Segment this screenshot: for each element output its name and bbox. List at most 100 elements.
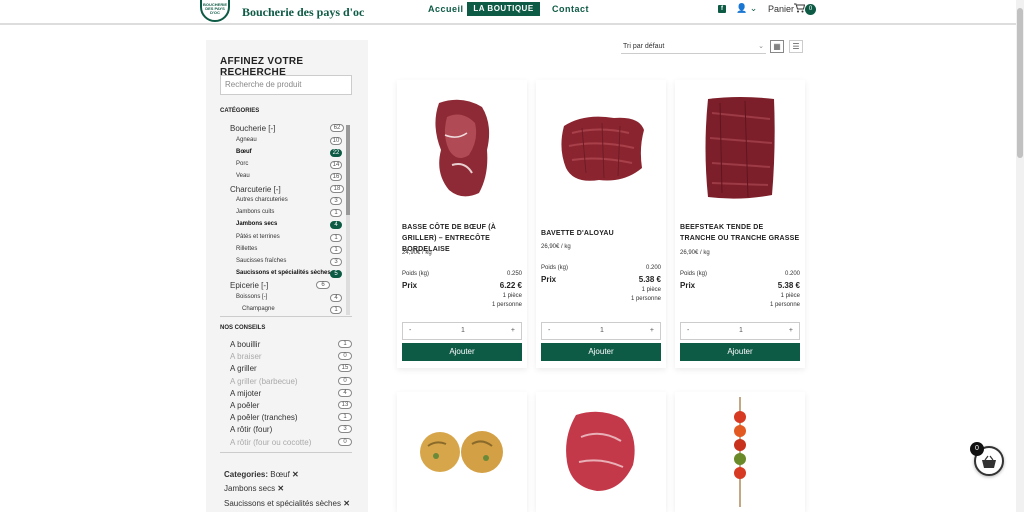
category-item[interactable]: Epicerie [-] 6 — [230, 281, 344, 291]
price-label: Prix — [402, 281, 418, 290]
categories-title: CATÉGORIES — [220, 108, 260, 114]
category-item[interactable]: Boucherie [-] 62 — [230, 124, 344, 134]
remove-filter-icon[interactable]: ✕ — [343, 499, 350, 508]
product-card[interactable] — [536, 392, 666, 512]
product-image[interactable] — [536, 392, 666, 512]
active-filter-2[interactable]: Jambons secs ✕ — [224, 484, 284, 493]
cart-label[interactable]: Panier — [768, 4, 794, 14]
conseil-item[interactable]: A griller 15 — [230, 364, 354, 374]
add-to-cart-button[interactable]: Ajouter — [402, 343, 522, 361]
active-filter-3[interactable]: Saucissons et spécialités sèches ✕ — [224, 499, 350, 508]
product-search-input[interactable]: Recherche de produit — [220, 75, 352, 95]
product-image[interactable] — [536, 80, 666, 215]
qty-plus-button[interactable]: + — [650, 327, 654, 334]
category-item[interactable]: Jambons cuits 1 — [236, 209, 342, 219]
remove-filter-icon[interactable]: ✕ — [292, 470, 299, 479]
list-view-button[interactable]: ☰ — [789, 40, 803, 53]
qty-value[interactable]: 1 — [600, 327, 604, 334]
brand-name[interactable]: Boucherie des pays d'oc — [242, 5, 364, 20]
category-item[interactable]: Agneau 10 — [236, 137, 342, 147]
product-card[interactable]: BEEFSTEAK TENDE DE TRANCHE OU TRANCHE GR… — [675, 80, 805, 368]
price-per-kg: 24,90€ / kg — [402, 250, 432, 256]
cart-count-badge: 0 — [805, 4, 816, 15]
conseil-item[interactable]: A poêler 13 — [230, 401, 354, 411]
qty-plus-button[interactable]: + — [789, 327, 793, 334]
product-card[interactable]: BASSE CÔTE DE BŒUF (À GRILLER) – ENTRECÔ… — [397, 80, 527, 368]
active-filter-1[interactable]: Categories: Bœuf ✕ — [224, 470, 299, 479]
product-title[interactable]: BAVETTE D'ALOYAU — [541, 228, 661, 239]
category-label: Agneau — [236, 137, 257, 143]
weight-value: 0.200 — [645, 265, 661, 271]
category-label: Saucissons et spécialités sèches — [236, 270, 331, 276]
qty-value[interactable]: 1 — [739, 327, 743, 334]
qty-minus-button[interactable]: - — [548, 327, 550, 334]
weight-label: Poids (kg) — [402, 271, 430, 277]
weight-label: Poids (kg) — [541, 265, 569, 271]
category-count: 10 — [330, 137, 342, 145]
conseil-item[interactable]: A poêler (tranches) 1 — [230, 413, 354, 423]
qty-plus-button[interactable]: + — [511, 327, 515, 334]
add-to-cart-button[interactable]: Ajouter — [680, 343, 800, 361]
category-item[interactable]: Saucisses fraîches 3 — [236, 258, 342, 268]
product-card[interactable]: BAVETTE D'ALOYAU 26,90€ / kg Poids (kg) … — [536, 80, 666, 368]
scrollbar-thumb[interactable] — [1017, 8, 1023, 158]
facebook-icon[interactable]: f — [718, 5, 726, 13]
conseil-item[interactable]: A griller (barbecue) 0 — [230, 376, 354, 387]
nav-boutique[interactable]: LA BOUTIQUE — [467, 2, 540, 16]
conseil-item[interactable]: A rôtir (four ou cocotte) 0 — [230, 437, 354, 448]
remove-filter-icon[interactable]: ✕ — [277, 484, 284, 493]
cart-icon[interactable] — [794, 3, 806, 16]
category-item[interactable]: Bœuf 22 — [236, 149, 342, 159]
conseil-item[interactable]: A bouillir 1 — [230, 340, 354, 350]
category-label: Jambons secs — [236, 221, 278, 227]
product-card[interactable] — [397, 392, 527, 512]
qty-value[interactable]: 1 — [461, 327, 465, 334]
category-item[interactable]: Charcuterie [-] 18 — [230, 185, 344, 195]
conseil-count: 4 — [338, 388, 352, 397]
category-item[interactable]: Saucissons et spécialités sèches 5 — [236, 270, 342, 280]
conseil-item[interactable]: A braiser 0 — [230, 352, 354, 362]
category-count: 1 — [330, 209, 342, 217]
product-image[interactable] — [675, 392, 805, 512]
category-count: 3 — [330, 258, 342, 266]
category-count: 14 — [330, 161, 342, 169]
category-item[interactable]: Porc 14 — [236, 161, 342, 171]
quantity-stepper[interactable]: - 1 + — [541, 322, 661, 340]
category-item[interactable]: Jambons secs 4 — [236, 221, 342, 231]
category-item[interactable]: Champagne 1 — [242, 306, 342, 316]
grid-view-button[interactable]: ▦ — [770, 40, 784, 53]
category-item[interactable]: Autres charcuteries 3 — [236, 197, 342, 207]
product-image[interactable] — [397, 392, 527, 512]
logo-text-3: D'OC — [210, 10, 220, 15]
basket-icon — [982, 455, 996, 468]
product-card[interactable] — [675, 392, 805, 512]
nav-accueil[interactable]: Accueil — [428, 4, 464, 14]
conseil-item[interactable]: A rôtir (four) 3 — [230, 425, 354, 435]
quantity-stepper[interactable]: - 1 + — [680, 322, 800, 340]
nav-contact[interactable]: Contact — [552, 4, 589, 14]
category-item[interactable]: Boissons [-] 4 — [236, 294, 342, 304]
sort-select[interactable]: Tri par défaut ⌄ — [621, 40, 766, 54]
category-count: 1 — [330, 246, 342, 254]
qty-minus-button[interactable]: - — [687, 327, 689, 334]
category-item[interactable]: Veau 16 — [236, 173, 342, 183]
page-scrollbar[interactable] — [1016, 0, 1024, 512]
category-count: 6 — [316, 281, 330, 289]
product-image[interactable] — [675, 80, 805, 215]
categories-scrollbar[interactable] — [346, 125, 350, 315]
filter-value: Bœuf — [270, 470, 290, 479]
conseil-item[interactable]: A mijoter 4 — [230, 388, 354, 399]
product-title[interactable]: BEEFSTEAK TENDE DE TRANCHE OU TRANCHE GR… — [680, 222, 800, 244]
product-image[interactable] — [397, 80, 527, 215]
user-icon[interactable]: 👤 ⌄ — [736, 3, 757, 14]
logo[interactable]: BOUCHERIE DES PAYS D'OC — [200, 0, 230, 22]
qty-minus-button[interactable]: - — [409, 327, 411, 334]
piece-count: 1 pièce — [502, 293, 522, 299]
category-item[interactable]: Rillettes 1 — [236, 246, 342, 256]
add-to-cart-button[interactable]: Ajouter — [541, 343, 661, 361]
quantity-stepper[interactable]: - 1 + — [402, 322, 522, 340]
price-per-kg: 26,90€ / kg — [680, 250, 710, 256]
categories-scroll-thumb[interactable] — [346, 125, 350, 215]
weight-value: 0.250 — [506, 271, 522, 277]
category-item[interactable]: Pâtés et terrines 1 — [236, 234, 342, 244]
